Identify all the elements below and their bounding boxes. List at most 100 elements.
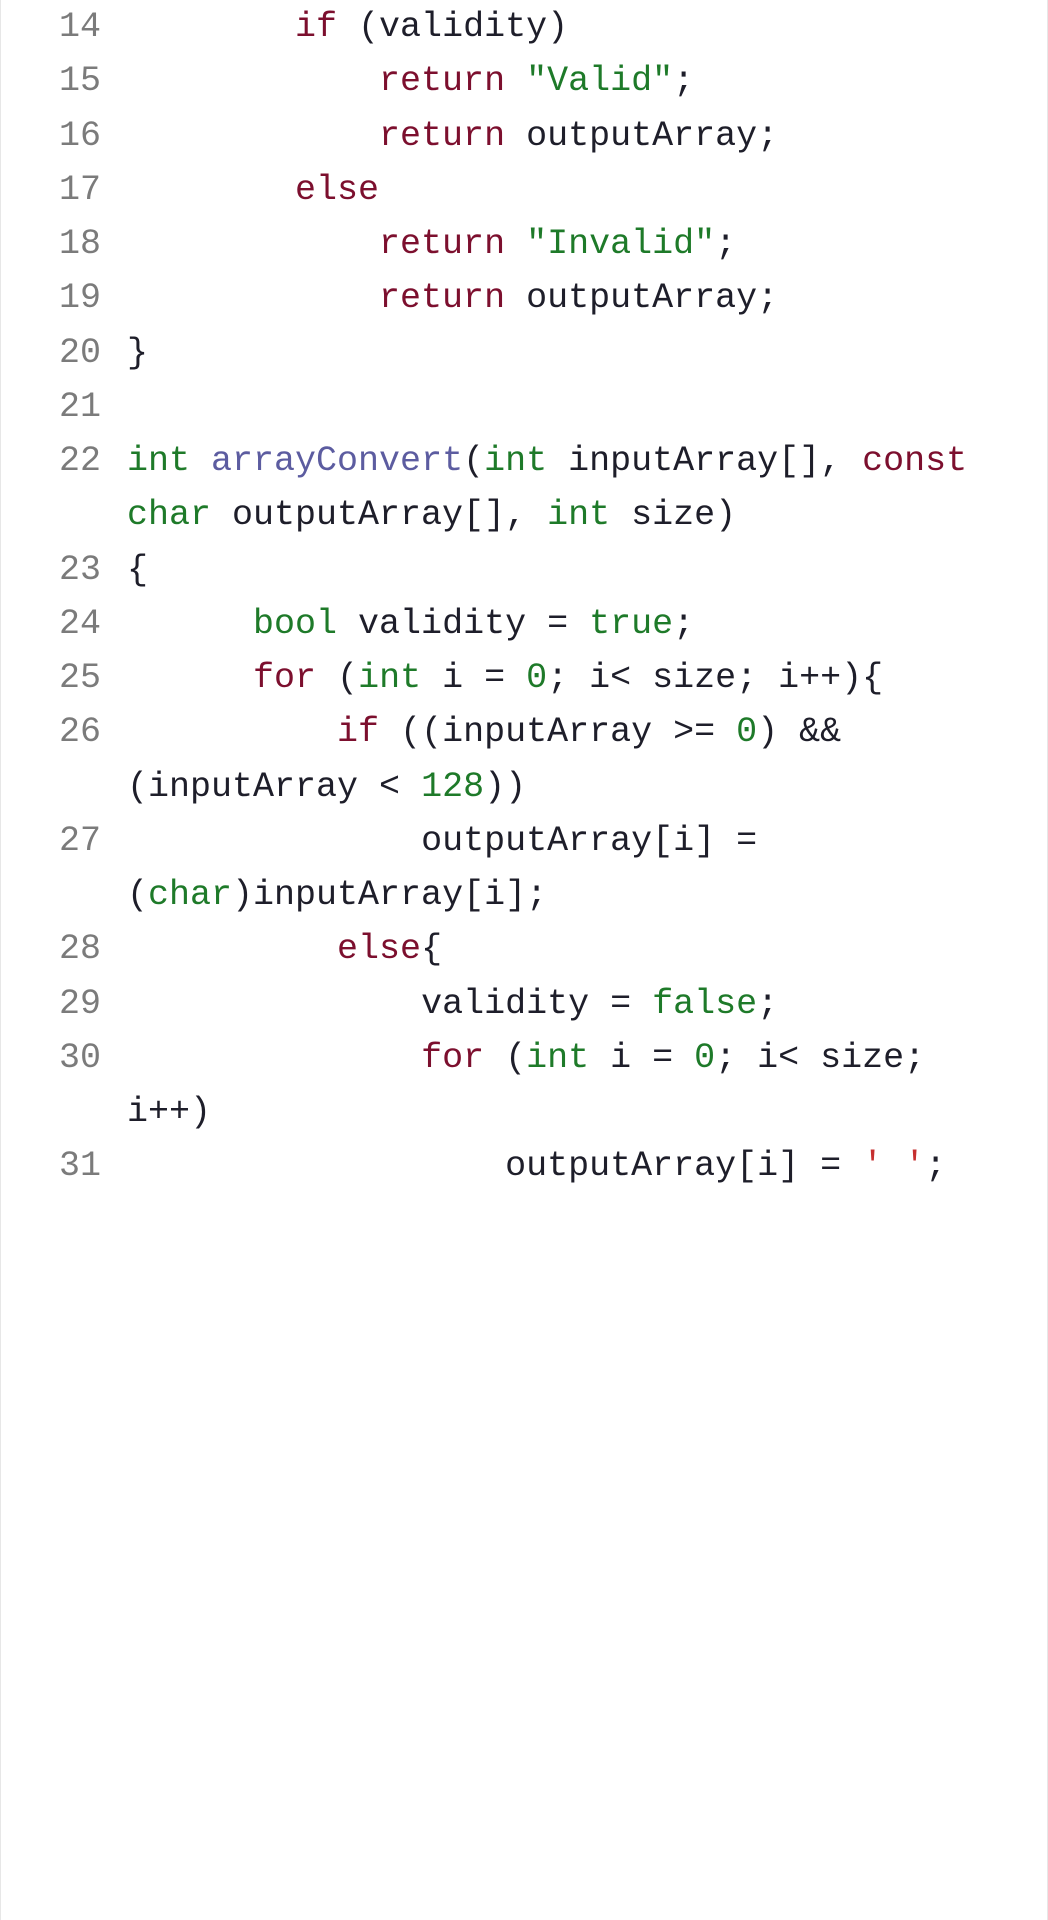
code-line[interactable]: 18 return "Invalid";: [7, 217, 1041, 271]
code-token: const: [862, 441, 967, 481]
line-content[interactable]: if ((inputArray >= 0) && (inputArray < 1…: [127, 705, 1041, 814]
code-token: ;: [673, 604, 694, 644]
code-token: outputArray[],: [211, 495, 547, 535]
code-token: for: [421, 1038, 484, 1078]
code-body: 14 if (validity)15 return "Valid";16 ret…: [7, 0, 1041, 1194]
code-token: ; i< size; i++){: [547, 658, 883, 698]
line-content[interactable]: return outputArray;: [127, 271, 1041, 325]
line-number: 27: [7, 814, 127, 868]
code-token: int: [526, 1038, 589, 1078]
code-token: [505, 224, 526, 264]
code-line[interactable]: 19 return outputArray;: [7, 271, 1041, 325]
line-number: 22: [7, 434, 127, 488]
code-token: [967, 441, 988, 481]
line-content[interactable]: bool validity = true;: [127, 597, 1041, 651]
line-number: 26: [7, 705, 127, 759]
code-line[interactable]: 22int arrayConvert(int inputArray[], con…: [7, 434, 1041, 543]
code-token: else: [337, 929, 421, 969]
code-token: int: [127, 441, 190, 481]
code-token: true: [589, 604, 673, 644]
code-token: ;: [925, 1146, 946, 1186]
code-token: return: [379, 61, 505, 101]
code-token: return: [379, 278, 505, 318]
code-token: bool: [253, 604, 337, 644]
code-line[interactable]: 28 else{: [7, 922, 1041, 976]
code-line[interactable]: 27 outputArray[i] = (char)inputArray[i];: [7, 814, 1041, 923]
code-line[interactable]: 30 for (int i = 0; i< size; i++): [7, 1031, 1041, 1140]
code-token: "Valid": [526, 61, 673, 101]
code-token: 128: [421, 767, 484, 807]
code-line[interactable]: 14 if (validity): [7, 0, 1041, 54]
code-line[interactable]: 21: [7, 380, 1041, 434]
code-token: else: [295, 170, 379, 210]
code-token: if: [337, 712, 379, 752]
code-token: [127, 658, 253, 698]
code-token: outputArray[i] =: [127, 1146, 862, 1186]
code-token: if: [295, 7, 337, 47]
code-token: [127, 61, 379, 101]
code-token: [127, 116, 379, 156]
code-line[interactable]: 17 else: [7, 163, 1041, 217]
code-token: (: [463, 441, 484, 481]
code-token: (: [316, 658, 358, 698]
code-line[interactable]: 25 for (int i = 0; i< size; i++){: [7, 651, 1041, 705]
line-number: 31: [7, 1139, 127, 1193]
line-content[interactable]: for (int i = 0; i< size; i++){: [127, 651, 1041, 705]
code-token: ;: [757, 984, 778, 1024]
code-token: [127, 224, 379, 264]
code-token: (: [484, 1038, 526, 1078]
code-line[interactable]: 15 return "Valid";: [7, 54, 1041, 108]
line-content[interactable]: outputArray[i] = ' ';: [127, 1139, 1041, 1193]
code-token: )inputArray[i];: [232, 875, 547, 915]
code-token: [127, 929, 337, 969]
code-line[interactable]: 31 outputArray[i] = ' ';: [7, 1139, 1041, 1193]
line-content[interactable]: if (validity): [127, 0, 1041, 54]
code-line[interactable]: 23{: [7, 543, 1041, 597]
code-line[interactable]: 26 if ((inputArray >= 0) && (inputArray …: [7, 705, 1041, 814]
line-content[interactable]: outputArray[i] = (char)inputArray[i];: [127, 814, 1041, 923]
line-content[interactable]: for (int i = 0; i< size; i++): [127, 1031, 1041, 1140]
code-token: arrayConvert: [211, 441, 463, 481]
code-token: {: [421, 929, 442, 969]
line-number: 20: [7, 326, 127, 380]
code-token: "Invalid": [526, 224, 715, 264]
line-number: 29: [7, 977, 127, 1031]
code-token: validity =: [127, 984, 652, 1024]
code-token: outputArray;: [505, 116, 778, 156]
line-content[interactable]: {: [127, 543, 1041, 597]
line-content[interactable]: int arrayConvert( int inputArray[], const…: [127, 434, 1041, 543]
line-number: 19: [7, 271, 127, 325]
line-content[interactable]: }: [127, 326, 1041, 380]
line-content[interactable]: return "Valid";: [127, 54, 1041, 108]
code-token: char: [148, 875, 232, 915]
code-token: ' ': [862, 1146, 925, 1186]
code-token: (validity): [337, 7, 568, 47]
code-token: char: [127, 495, 211, 535]
line-content[interactable]: else: [127, 163, 1041, 217]
code-line[interactable]: 29 validity = false;: [7, 977, 1041, 1031]
line-number: 17: [7, 163, 127, 217]
code-token: ;: [673, 61, 694, 101]
code-token: int: [547, 495, 610, 535]
code-token: inputArray[],: [547, 441, 862, 481]
line-number: 14: [7, 0, 127, 54]
code-token: 0: [526, 658, 547, 698]
code-token: {: [127, 550, 148, 590]
code-viewer[interactable]: 14 if (validity)15 return "Valid";16 ret…: [0, 0, 1048, 1920]
line-content[interactable]: else{: [127, 922, 1041, 976]
code-line[interactable]: 24 bool validity = true;: [7, 597, 1041, 651]
line-number: 21: [7, 380, 127, 434]
line-content[interactable]: return "Invalid";: [127, 217, 1041, 271]
code-token: int: [358, 658, 421, 698]
line-content[interactable]: validity = false;: [127, 977, 1041, 1031]
code-line[interactable]: 20}: [7, 326, 1041, 380]
line-number: 28: [7, 922, 127, 976]
code-line[interactable]: 16 return outputArray;: [7, 109, 1041, 163]
code-token: [127, 170, 295, 210]
code-token: [127, 7, 295, 47]
line-content[interactable]: return outputArray;: [127, 109, 1041, 163]
line-number: 24: [7, 597, 127, 651]
code-token: outputArray;: [505, 278, 778, 318]
code-token: )): [484, 767, 526, 807]
code-token: return: [379, 116, 505, 156]
